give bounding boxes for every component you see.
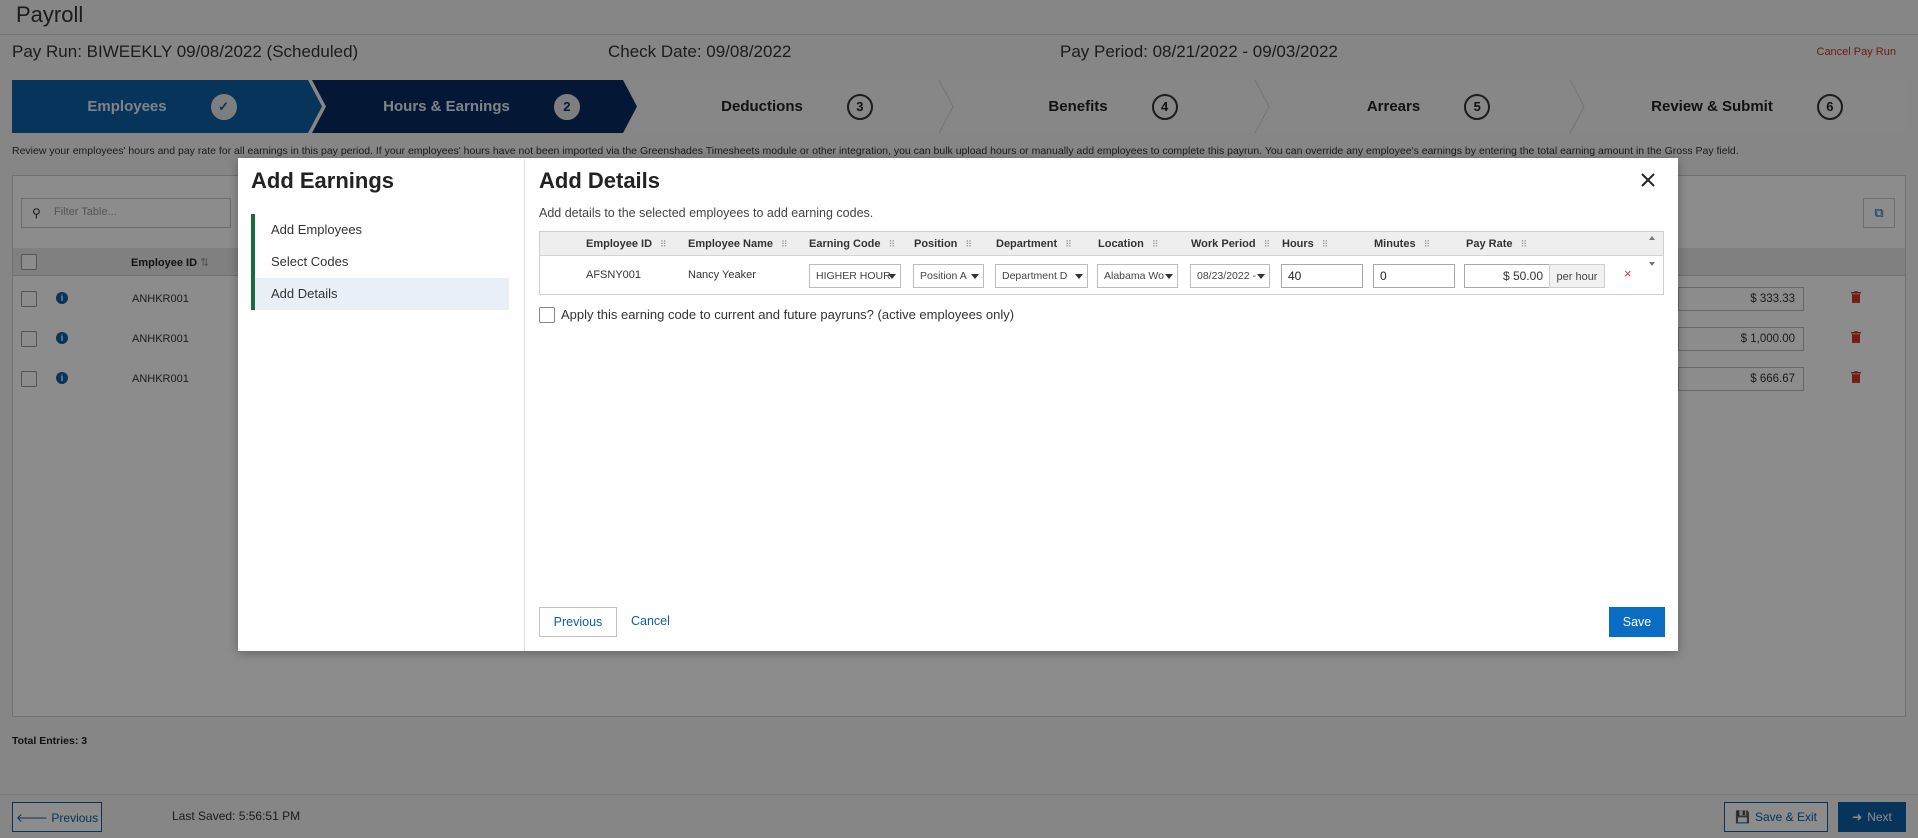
drag-handle-icon: ⠿ [660,239,667,249]
details-table: Employee ID ⠿ Employee Name ⠿ Earning Code… [539,231,1664,295]
hours-input[interactable]: 40 [1281,264,1363,288]
details-table-header: Employee ID ⠿ Employee Name ⠿ Earning Code… [540,232,1663,256]
col-minutes[interactable]: Minutes ⠿ [1374,238,1431,250]
chevron-down-icon [1075,274,1083,279]
sidebar-item-add-details[interactable]: Add Details [255,278,509,310]
detail-employee-name: Nancy Yeaker [688,269,756,281]
selected-value: Alabama Wo [1104,270,1164,282]
add-earnings-modal: Add Earnings Add Employees Select Codes … [238,158,1678,651]
col-pay-rate[interactable]: Pay Rate ⠿ [1466,238,1527,250]
drag-handle-icon: ⠿ [1263,239,1271,249]
col-position[interactable]: Position ⠿ [914,238,972,250]
scroll-up-icon[interactable] [1649,236,1655,240]
drag-handle-icon: ⠿ [1321,239,1329,249]
apply-future-label: Apply this earning code to current and f… [561,307,1015,322]
selected-value: Department D [1002,270,1068,282]
col-employee-name[interactable]: Employee Name ⠿ [688,238,788,250]
col-label: Position [914,238,958,250]
selected-value: 08/23/2022 - [1197,270,1256,282]
modal-cancel-link[interactable]: Cancel [631,614,670,628]
col-label: Employee Name [688,238,773,250]
pay-rate-input[interactable]: $ 50.00 [1464,264,1550,288]
sidebar-item-select-codes[interactable]: Select Codes [255,246,509,278]
chevron-down-icon [971,274,979,279]
details-row: AFSNY001 Nancy Yeaker HIGHER HOUR Positi… [540,256,1663,294]
drag-handle-icon: ⠿ [888,239,896,249]
earning-code-select[interactable]: HIGHER HOUR [809,264,901,288]
modal-main: Add Details Add details to the selected … [525,158,1678,651]
modal-previous-button[interactable]: Previous [539,607,617,637]
col-employee-id[interactable]: Employee ID ⠿ [586,238,667,250]
col-label: Employee ID [586,238,653,250]
modal-title: Add Details [539,168,661,193]
drag-handle-icon: ⠿ [1065,239,1072,249]
location-select[interactable]: Alabama Wo [1097,264,1178,288]
selected-value: HIGHER HOUR [816,270,891,282]
department-select[interactable]: Department D [995,264,1088,288]
chevron-down-icon [1257,274,1265,279]
modal-subtitle: Add details to the selected employees to… [539,206,874,220]
chevron-down-icon [888,274,896,279]
col-label: Earning Code [809,238,881,250]
chevron-down-icon [1165,274,1173,279]
scroll-down-icon[interactable] [1649,262,1655,266]
modal-save-button[interactable]: Save [1609,607,1665,637]
close-icon[interactable] [1638,170,1658,190]
work-period-select[interactable]: 08/23/2022 - [1190,264,1270,288]
modal-sidebar: Add Earnings Add Employees Select Codes … [238,158,525,651]
col-earning-code[interactable]: Earning Code ⠿ [809,238,896,250]
col-location[interactable]: Location ⠿ [1098,238,1159,250]
drag-handle-icon: ⠿ [1520,239,1527,249]
detail-employee-id: AFSNY001 [586,269,642,281]
col-label: Hours [1282,238,1314,250]
col-label: Work Period [1191,238,1256,250]
col-work-period[interactable]: Work Period ⠿ [1191,238,1271,250]
col-label: Pay Rate [1466,238,1513,250]
selected-value: Position A [920,270,967,282]
rate-unit-label: per hour [1549,264,1605,288]
modal-side-title: Add Earnings [251,168,395,193]
remove-row-icon[interactable]: × [1624,266,1632,281]
col-label: Minutes [1374,238,1416,250]
drag-handle-icon: ⠿ [1151,239,1159,249]
col-hours[interactable]: Hours ⠿ [1282,238,1329,250]
col-department[interactable]: Department ⠿ [996,238,1072,250]
minutes-input[interactable]: 0 [1373,264,1455,288]
position-select[interactable]: Position A [913,264,984,288]
drag-handle-icon: ⠿ [1423,239,1431,249]
sidebar-item-add-employees[interactable]: Add Employees [255,214,509,246]
drag-handle-icon: ⠿ [965,239,972,249]
drag-handle-icon: ⠿ [780,239,788,249]
col-label: Location [1098,238,1144,250]
col-label: Department [996,238,1058,250]
apply-future-checkbox[interactable] [539,307,555,323]
